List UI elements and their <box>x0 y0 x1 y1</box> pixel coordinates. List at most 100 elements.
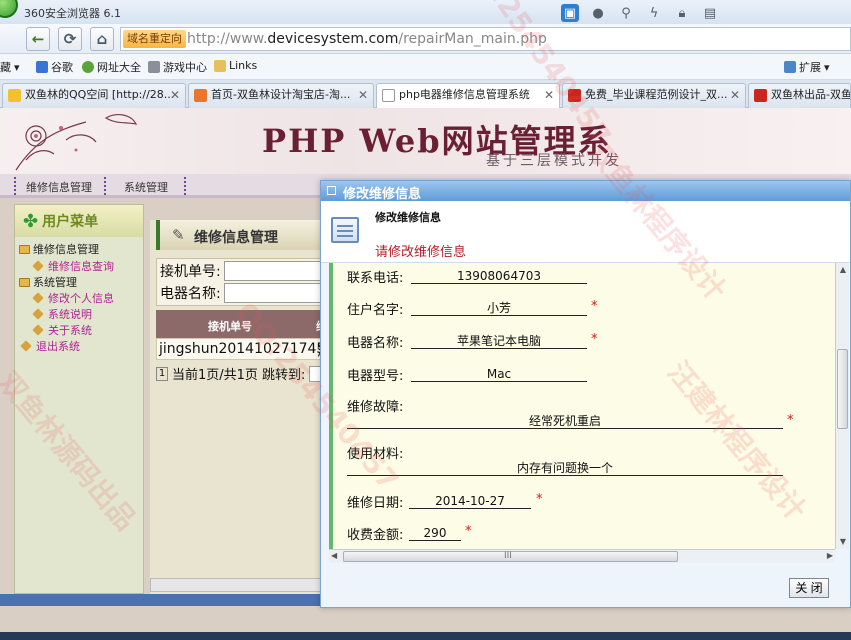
home-button[interactable]: ⌂ <box>90 27 114 51</box>
edit-repair-dialog: 修改维修信息 修改维修信息 请修改维修信息 联系电话: 13908064703 … <box>320 180 851 608</box>
home-icon: ⌂ <box>96 30 108 48</box>
repair-date-input[interactable]: 2014-10-27 <box>409 493 531 509</box>
dialog-header: 修改维修信息 请修改维修信息 <box>321 201 850 263</box>
back-button[interactable]: ← <box>26 27 50 51</box>
url-domain: devicesystem.com <box>267 31 399 47</box>
url-path: /repairMan_main.php <box>398 31 547 47</box>
navigation-bar: ← ⟳ ⌂ 域名重定向 http://www.devicesystem.com/… <box>0 24 851 54</box>
tree-folder-system[interactable]: 系统管理 <box>19 274 77 290</box>
close-tab-icon[interactable]: ✕ <box>170 84 180 106</box>
bookmark-google[interactable]: 谷歌 <box>36 59 73 75</box>
form-icon <box>331 217 359 243</box>
tab-taobao-shop[interactable]: 首页-双鱼林设计淘宝店-淘... ✕ <box>188 83 374 108</box>
tree-link-logout[interactable]: 退出系统 <box>19 338 80 354</box>
sidebar-header: ✤ 用户菜单 <box>15 205 143 237</box>
tree-folder-repair[interactable]: 维修信息管理 <box>19 241 99 257</box>
scroll-right-icon[interactable]: ▶ <box>827 551 833 560</box>
fee-input[interactable]: 290 <box>409 525 461 541</box>
fault-input[interactable]: 经常死机重启 <box>347 413 783 429</box>
lightning-icon[interactable]: ϟ <box>645 4 663 22</box>
search-icon[interactable]: ⚲ <box>617 4 635 22</box>
menu-separator <box>14 177 16 195</box>
material-input[interactable]: 内存有问题换一个 <box>347 460 783 476</box>
menu-separator <box>184 177 186 195</box>
tab-repair-system[interactable]: php电器维修信息管理系统 ✕ <box>376 83 560 109</box>
folder-icon <box>19 277 30 287</box>
bookmark-links[interactable]: Links <box>214 59 257 72</box>
bookmark-site-directory[interactable]: 网址大全 <box>82 59 141 75</box>
diamond-icon <box>20 340 32 352</box>
device-name-label: 电器名称: <box>347 336 404 351</box>
content-title: 维修信息管理 <box>194 230 278 246</box>
user-icon[interactable]: ● <box>589 4 607 22</box>
address-bar[interactable]: 域名重定向 http://www.devicesystem.com/repair… <box>120 27 851 51</box>
tree-link-about[interactable]: 关于系统 <box>31 322 92 338</box>
dialog-header-description: 请修改维修信息 <box>375 245 467 260</box>
pager-text: 当前1页/共1页 跳转到: <box>172 368 306 383</box>
clover-icon: ✤ <box>23 210 39 232</box>
scroll-thumb[interactable]: III <box>343 551 678 562</box>
dialog-vertical-scrollbar[interactable]: ▲ ▼ <box>835 263 849 549</box>
screenshot-icon[interactable]: ▣ <box>561 4 579 22</box>
scroll-down-icon[interactable]: ▼ <box>836 535 850 549</box>
cell-order-number: jingshun201410271745 <box>159 341 326 357</box>
refresh-icon: ⟳ <box>63 30 77 48</box>
window-icon[interactable]: ▤ <box>701 4 719 22</box>
taobao-icon <box>194 89 207 102</box>
star-icon <box>8 89 21 102</box>
dialog-title-bar[interactable]: 修改维修信息 <box>321 181 850 202</box>
tree-link-repair-query[interactable]: 维修信息查询 <box>31 258 114 274</box>
scroll-thumb[interactable] <box>837 349 848 429</box>
required-mark: * <box>465 524 472 539</box>
page-horizontal-scrollbar[interactable] <box>150 578 340 592</box>
tab-free-course[interactable]: 免费_毕业课程范例设计_双... ✕ <box>562 83 746 108</box>
lock-icon[interactable]: 🔒︎ <box>673 4 691 22</box>
required-mark: * <box>591 332 598 347</box>
dialog-header-title: 修改维修信息 <box>375 211 441 224</box>
phone-label: 联系电话: <box>347 271 404 286</box>
extensions-button[interactable]: 扩展 ▾ <box>784 59 830 75</box>
menu-separator <box>104 177 106 195</box>
sidebar: ✤ 用户菜单 维修信息管理 维修信息查询 系统管理 修改个人信息 系统说明 关于… <box>14 204 144 594</box>
fee-label: 收费金额: <box>347 528 404 543</box>
tab-qq-space[interactable]: 双鱼林的QQ空间 [http://28... ✕ <box>2 83 186 108</box>
required-mark: * <box>536 492 543 507</box>
scroll-up-icon[interactable]: ▲ <box>836 263 850 277</box>
tab-strip: 双鱼林的QQ空间 [http://28... ✕ 首页-双鱼林设计淘宝店-淘..… <box>0 80 851 109</box>
close-tab-icon[interactable]: ✕ <box>544 84 554 106</box>
scroll-left-icon[interactable]: ◀ <box>331 551 337 560</box>
tab-shuangyulin[interactable]: 双鱼林出品-双鱼 <box>748 83 851 108</box>
pager-page-box[interactable]: 1 <box>156 366 168 381</box>
dialog-title: 修改维修信息 <box>343 187 422 202</box>
resident-name-label: 住户名字: <box>347 303 404 318</box>
repair-date-label: 维修日期: <box>347 496 404 511</box>
menu-system[interactable]: 系统管理 <box>124 179 168 195</box>
close-tab-icon[interactable]: ✕ <box>730 84 740 106</box>
close-button[interactable]: 关 闭 <box>789 578 829 598</box>
site-banner: PHP Web网站管理系 基于三层模式开发 <box>0 108 851 174</box>
bookmark-game-center[interactable]: 游戏中心 <box>148 59 207 75</box>
menu-repair-info[interactable]: 维修信息管理 <box>26 179 92 195</box>
tree-link-edit-profile[interactable]: 修改个人信息 <box>31 290 114 306</box>
phone-input[interactable]: 13908064703 <box>411 268 587 284</box>
tree-link-system-help[interactable]: 系统说明 <box>31 306 92 322</box>
device-model-input[interactable]: Mac <box>411 366 587 382</box>
dropdown-icon: ▾ <box>14 60 20 74</box>
device-name-field[interactable]: 苹果笔记本电脑 <box>411 333 587 349</box>
bookmark-stub[interactable]: 藏 ▾ <box>0 59 20 75</box>
edit-icon: ✎ <box>172 226 185 244</box>
close-tab-icon[interactable]: ✕ <box>358 84 368 106</box>
diamond-icon <box>32 308 44 320</box>
domain-redirect-badge[interactable]: 域名重定向 <box>123 30 186 48</box>
address-url[interactable]: http://www.devicesystem.com/repairMan_ma… <box>187 31 547 47</box>
os-taskbar <box>0 632 851 640</box>
site-icon <box>568 89 581 102</box>
refresh-button[interactable]: ⟳ <box>58 27 82 51</box>
pager: 1 当前1页/共1页 跳转到: <box>156 364 324 383</box>
page-icon <box>382 89 395 102</box>
arrow-left-icon: ← <box>31 30 45 48</box>
required-mark: * <box>787 413 794 428</box>
resident-name-input[interactable]: 小芳 <box>411 300 587 316</box>
sidebar-title: 用户菜单 <box>42 214 99 230</box>
dialog-horizontal-scrollbar[interactable]: ◀ III ▶ <box>329 549 835 563</box>
